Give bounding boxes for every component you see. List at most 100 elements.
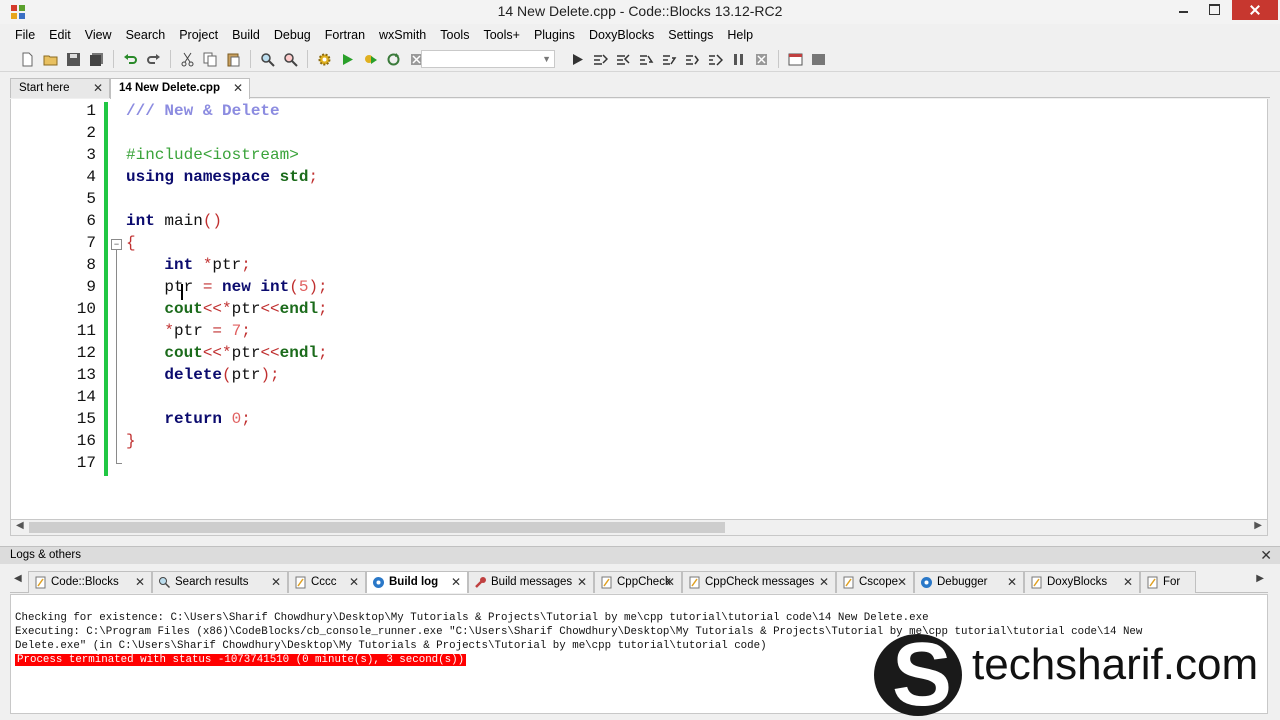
fold-collapse-icon[interactable]: −	[111, 239, 122, 250]
code-line: cout<<*ptr<<endl;	[126, 300, 327, 322]
menu-view[interactable]: View	[78, 26, 119, 44]
close-icon[interactable]: ✕	[93, 81, 103, 95]
log-tab-code-blocks[interactable]: Code::Blocks ✕	[28, 571, 152, 593]
document-icon	[1146, 576, 1159, 589]
line-number: 5	[86, 190, 96, 208]
debug-windows-icon	[788, 53, 803, 65]
debugging-windows-button[interactable]	[786, 50, 805, 69]
new-file-button[interactable]	[18, 50, 37, 69]
step-into-button[interactable]	[637, 50, 656, 69]
replace-button[interactable]	[281, 50, 300, 69]
close-icon[interactable]: ✕	[233, 81, 243, 95]
menu-debug[interactable]: Debug	[267, 26, 318, 44]
menu-fortran[interactable]: Fortran	[318, 26, 372, 44]
code-token: using	[126, 168, 184, 186]
close-icon[interactable]: ✕	[451, 575, 461, 589]
close-window-button[interactable]	[1232, 0, 1278, 20]
copy-button[interactable]	[201, 50, 220, 69]
menu-plugins[interactable]: Plugins	[527, 26, 582, 44]
logs-panel-title: Logs & others	[10, 549, 81, 561]
menu-help[interactable]: Help	[720, 26, 760, 44]
stop-icon	[756, 53, 767, 65]
tab-scroll-left-icon[interactable]: ◀	[14, 573, 22, 584]
log-tab-cscope[interactable]: Cscope ✕	[836, 571, 914, 593]
close-icon[interactable]: ✕	[819, 575, 829, 589]
menu-search[interactable]: Search	[119, 26, 173, 44]
find-button[interactable]	[258, 50, 277, 69]
log-tab-debugger[interactable]: Debugger ✕	[914, 571, 1024, 593]
break-debugger-button[interactable]	[729, 50, 748, 69]
tab-start-here[interactable]: Start here ✕	[10, 78, 110, 98]
next-instruction-button[interactable]	[683, 50, 702, 69]
scroll-right-icon[interactable]: ▶	[1254, 520, 1262, 531]
paste-button[interactable]	[224, 50, 243, 69]
menu-project[interactable]: Project	[172, 26, 225, 44]
maximize-button[interactable]	[1200, 0, 1226, 20]
tab-14-new-delete[interactable]: 14 New Delete.cpp ✕	[110, 78, 250, 99]
log-tab-cppcheck-messages[interactable]: CppCheck messages ✕	[682, 571, 836, 593]
cut-button[interactable]	[178, 50, 197, 69]
save-all-button[interactable]	[87, 50, 106, 69]
log-tab-search-results[interactable]: Search results ✕	[152, 571, 288, 593]
step-out-button[interactable]	[660, 50, 679, 69]
menu-file[interactable]: File	[8, 26, 42, 44]
menu-tools[interactable]: Tools	[433, 26, 476, 44]
build-and-run-button[interactable]	[361, 50, 380, 69]
build-target-select[interactable]: ▼	[421, 50, 555, 68]
code-line: int *ptr;	[126, 256, 250, 278]
log-tab-for[interactable]: For	[1140, 571, 1196, 593]
line-number: 16	[76, 432, 96, 450]
close-icon[interactable]: ✕	[349, 575, 359, 589]
scroll-left-icon[interactable]: ◀	[16, 520, 24, 531]
code-editor[interactable]: 1 2 3 4 5 6 7 8 9 10 11 12 13 14 15 16 17 − /// New & De…	[10, 99, 1268, 519]
minimize-button[interactable]	[1170, 0, 1196, 20]
redo-button[interactable]	[144, 50, 163, 69]
editor-horizontal-scrollbar[interactable]: ◀ ▶	[10, 519, 1268, 536]
open-button[interactable]	[41, 50, 60, 69]
close-icon[interactable]: ✕	[665, 575, 675, 589]
code-token: ptr	[231, 300, 261, 318]
debug-continue-button[interactable]	[568, 50, 587, 69]
log-tab-build-log[interactable]: Build log ✕	[366, 571, 468, 593]
codeblocks-window: 14 New Delete.cpp - Code::Blocks 13.12-R…	[0, 0, 1280, 720]
change-bar	[104, 102, 108, 476]
step-into-instruction-button[interactable]	[706, 50, 725, 69]
log-tab-cppcheck[interactable]: CppCheck ✕	[594, 571, 682, 593]
stop-debugger-button[interactable]	[752, 50, 771, 69]
build-run-icon	[365, 54, 377, 64]
next-line-button[interactable]	[614, 50, 633, 69]
rebuild-button[interactable]	[384, 50, 403, 69]
menu-build[interactable]: Build	[225, 26, 267, 44]
close-icon[interactable]: ✕	[1260, 547, 1272, 564]
step-into-instruction-icon	[709, 53, 723, 66]
close-icon[interactable]: ✕	[271, 575, 281, 589]
build-button[interactable]	[315, 50, 334, 69]
save-button[interactable]	[64, 50, 83, 69]
code-token: delete	[164, 366, 223, 384]
code-token: std	[279, 168, 309, 186]
run-button[interactable]	[338, 50, 357, 69]
close-icon[interactable]: ✕	[1007, 575, 1017, 589]
close-icon[interactable]: ✕	[135, 575, 145, 589]
log-tab-build-messages[interactable]: Build messages ✕	[468, 571, 594, 593]
gear-icon	[318, 53, 331, 65]
menu-settings[interactable]: Settings	[661, 26, 720, 44]
code-token: int	[164, 256, 203, 274]
scrollbar-thumb[interactable]	[29, 522, 725, 533]
menu-doxyblocks[interactable]: DoxyBlocks	[582, 26, 661, 44]
close-icon[interactable]: ✕	[577, 575, 587, 589]
code-token: <<	[260, 300, 280, 318]
tab-scroll-right-icon[interactable]: ▶	[1256, 573, 1264, 584]
close-icon[interactable]: ✕	[1123, 575, 1133, 589]
menu-wxsmith[interactable]: wxSmith	[372, 26, 433, 44]
menu-tools-plus[interactable]: Tools+	[476, 26, 526, 44]
line-number: 7	[86, 234, 96, 252]
log-tab-cccc[interactable]: Cccc ✕	[288, 571, 366, 593]
log-tab-doxyblocks[interactable]: DoxyBlocks ✕	[1024, 571, 1140, 593]
close-icon[interactable]: ✕	[897, 575, 907, 589]
undo-button[interactable]	[121, 50, 140, 69]
run-to-cursor-button[interactable]	[591, 50, 610, 69]
menu-edit[interactable]: Edit	[42, 26, 78, 44]
various-info-button[interactable]	[809, 50, 828, 69]
